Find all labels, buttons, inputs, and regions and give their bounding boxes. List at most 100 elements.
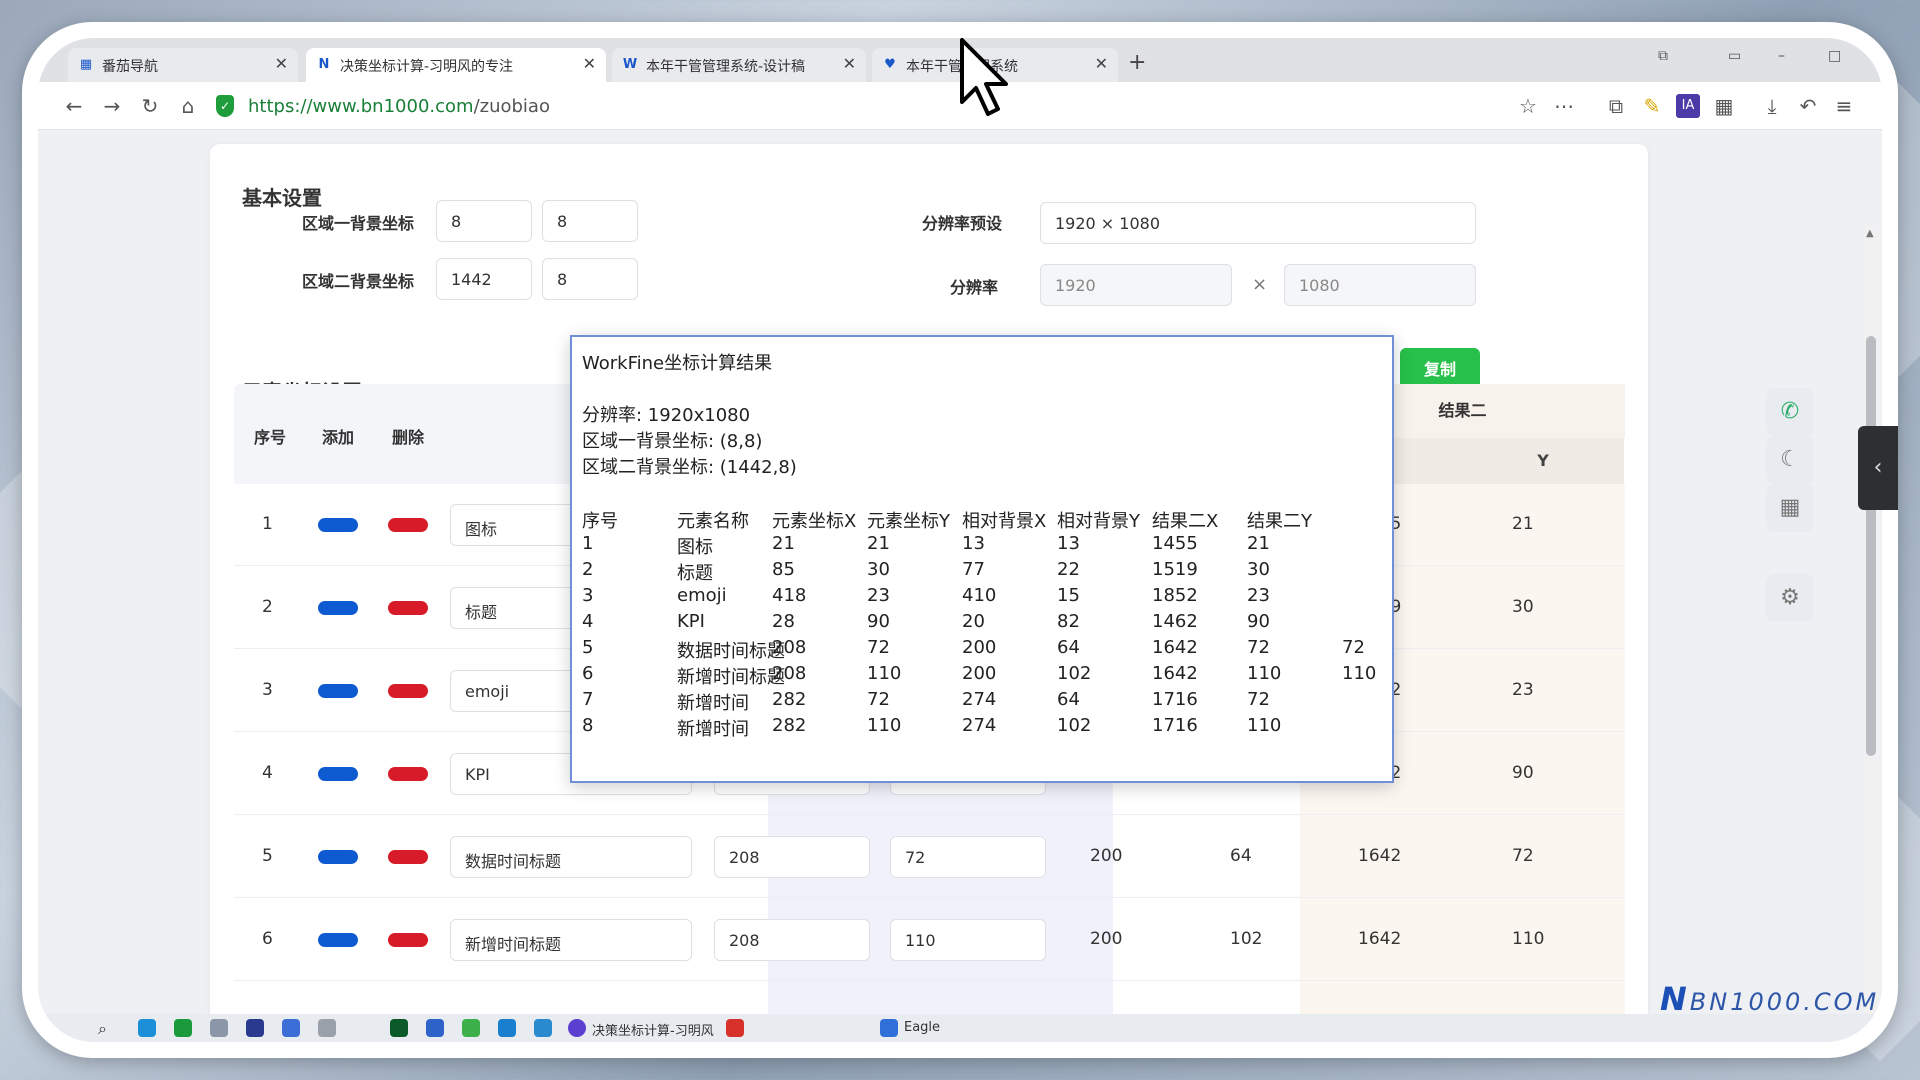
delete-row-button[interactable] — [388, 933, 428, 947]
delete-row-button[interactable] — [388, 601, 428, 615]
delete-row-button[interactable] — [388, 850, 428, 864]
side-panel-chevron-icon[interactable]: ‹ — [1858, 426, 1898, 510]
more-dots-icon[interactable]: ⋯ — [1552, 94, 1576, 118]
app-icon[interactable] — [174, 1019, 192, 1037]
app-icon[interactable] — [568, 1019, 586, 1037]
tab-close-icon[interactable]: ✕ — [583, 54, 596, 73]
tab-list-icon[interactable]: ⧉ — [1658, 48, 1668, 64]
popup-cell: 13 — [1057, 533, 1080, 554]
menu-icon[interactable]: ≡ — [1832, 94, 1856, 118]
element-y-input[interactable]: 72 — [890, 836, 1046, 878]
add-row-button[interactable] — [318, 933, 358, 947]
relative-x-value: 200 — [1090, 846, 1123, 866]
element-x-input[interactable]: 208 — [714, 919, 870, 961]
undo-icon[interactable]: ↶ — [1796, 94, 1820, 118]
popup-cell: 7 — [582, 689, 594, 710]
result2-y-value: 90 — [1512, 763, 1534, 783]
delete-row-button[interactable] — [388, 684, 428, 698]
tab-zuobiao[interactable]: N 决策坐标计算-习明风的专注 ✕ — [306, 48, 606, 82]
resolution-height-input[interactable]: 1080 — [1284, 264, 1476, 306]
app-icon[interactable] — [462, 1019, 480, 1037]
times-symbol: × — [1252, 274, 1268, 295]
row-seq: 5 — [262, 846, 273, 866]
bookmark-star-icon[interactable]: ☆ — [1516, 94, 1540, 118]
tab-fanqie-nav[interactable]: ▦ 番茄导航 ✕ — [68, 48, 298, 82]
apps-grid-icon[interactable]: ▦ — [1712, 94, 1736, 118]
maximize-icon[interactable]: □ — [1828, 48, 1841, 64]
qrcode-icon[interactable]: ▦ — [1766, 484, 1814, 532]
tab-close-icon[interactable]: ✕ — [275, 54, 288, 73]
row-seq: 1 — [262, 514, 273, 534]
collections-icon[interactable]: ⧉ — [1604, 94, 1628, 118]
home-icon[interactable]: ⌂ — [176, 94, 200, 118]
popup-cell: 90 — [867, 611, 890, 632]
edge-icon[interactable] — [138, 1019, 156, 1037]
tab-close-icon[interactable]: ✕ — [1095, 54, 1108, 73]
minimize-icon[interactable]: ▭ — [1728, 48, 1741, 64]
back-icon[interactable]: ← — [62, 94, 86, 118]
app-icon[interactable] — [246, 1019, 264, 1037]
tab-close-icon[interactable]: ✕ — [843, 54, 856, 73]
scrollbar-thumb[interactable] — [1866, 336, 1876, 756]
area1-y-input[interactable]: 8 — [542, 200, 638, 242]
result-popup: WorkFine坐标计算结果 分辨率: 1920x1080 区域一背景坐标: (… — [570, 335, 1394, 783]
add-row-button[interactable] — [318, 601, 358, 615]
element-y-input[interactable]: 110 — [890, 919, 1046, 961]
delete-row-button[interactable] — [388, 518, 428, 532]
search-icon[interactable]: ⌕ — [98, 1019, 116, 1038]
taskbar-item-label[interactable]: 决策坐标计算-习明风 — [592, 1020, 714, 1039]
add-row-button[interactable] — [318, 684, 358, 698]
add-row-button[interactable] — [318, 850, 358, 864]
dark-mode-moon-icon[interactable]: ☾ — [1766, 436, 1814, 484]
extension-icon[interactable]: ✎ — [1640, 94, 1664, 118]
taskbar-item-label[interactable]: Eagle — [904, 1020, 940, 1035]
popup-cell: 110 — [1247, 663, 1282, 684]
scroll-up-icon[interactable]: ▲ — [1866, 228, 1874, 239]
app-icon[interactable] — [726, 1019, 744, 1037]
delete-row-button[interactable] — [388, 767, 428, 781]
settings-gear-icon[interactable]: ⚙ — [1766, 574, 1814, 622]
eagle-icon[interactable] — [880, 1019, 898, 1037]
app-icon[interactable] — [318, 1019, 336, 1037]
popup-cell: 13 — [962, 533, 985, 554]
element-name-input[interactable]: 新增时间标题 — [450, 919, 692, 961]
download-icon[interactable]: ⤓ — [1760, 94, 1784, 118]
app-icon[interactable] — [210, 1019, 228, 1037]
area2-x-input[interactable]: 1442 — [436, 258, 532, 300]
popup-cell: 274 — [962, 689, 997, 710]
app-icon[interactable] — [498, 1019, 516, 1037]
popup-cell: 200 — [962, 637, 997, 658]
popup-cell: emoji — [677, 585, 727, 606]
new-tab-icon[interactable]: + — [1128, 50, 1146, 75]
element-x-input[interactable]: 208 — [714, 836, 870, 878]
reload-icon[interactable]: ↻ — [138, 94, 162, 118]
wechat-icon[interactable]: ✆ — [1766, 388, 1814, 436]
result2-y-value: 23 — [1512, 680, 1534, 700]
restore-icon[interactable]: – — [1778, 48, 1785, 64]
app-icon[interactable] — [390, 1019, 408, 1037]
tab-label: 番茄导航 — [102, 59, 158, 75]
mouse-cursor-icon — [960, 38, 1008, 116]
device-frame: ▦ 番茄导航 ✕ N 决策坐标计算-习明风的专注 ✕ W 本年干管管理系统-设计… — [22, 22, 1898, 1058]
popup-cell: 418 — [772, 585, 807, 606]
area2-y-input[interactable]: 8 — [542, 258, 638, 300]
popup-cell: 1716 — [1152, 689, 1198, 710]
tab-design[interactable]: W 本年干管管理系统-设计稿 ✕ — [612, 48, 866, 82]
element-name-input[interactable]: 数据时间标题 — [450, 836, 692, 878]
forward-icon[interactable]: → — [100, 94, 124, 118]
table-row: 6 新增时间标题 208 110 200 102 1642 110 — [234, 899, 1624, 981]
add-row-button[interactable] — [318, 767, 358, 781]
popup-cell: 90 — [1247, 611, 1270, 632]
page-scrollbar[interactable]: ▲ — [1864, 226, 1878, 1034]
app-icon[interactable] — [282, 1019, 300, 1037]
add-row-button[interactable] — [318, 518, 358, 532]
result2-y-value: 110 — [1512, 929, 1545, 949]
app-icon[interactable] — [534, 1019, 552, 1037]
area1-x-input[interactable]: 8 — [436, 200, 532, 242]
address-bar[interactable]: ✓ https://www.bn1000.com/zuobiao — [206, 89, 1586, 123]
ia-extension-icon[interactable]: IA — [1676, 94, 1700, 118]
app-icon[interactable] — [426, 1019, 444, 1037]
resolution-preset-select[interactable]: 1920 × 1080 — [1040, 202, 1476, 244]
resolution-label: 分辨率 — [950, 278, 999, 297]
resolution-width-input[interactable]: 1920 — [1040, 264, 1232, 306]
